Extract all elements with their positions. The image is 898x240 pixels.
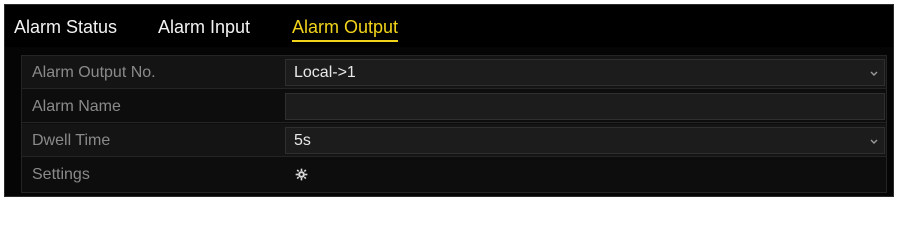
tab-alarm-input[interactable]: Alarm Input: [158, 16, 250, 40]
dwell-time-select[interactable]: 5s: [285, 127, 885, 154]
chevron-down-icon: [870, 139, 878, 144]
alarm-output-no-row: Alarm Output No. Local->1: [22, 56, 886, 89]
chevron-down-icon: [870, 71, 878, 76]
alarm-output-no-value: Local->1: [294, 64, 356, 81]
alarm-output-form: Alarm Output No. Local->1 Alarm Name Dwe…: [21, 55, 887, 193]
settings-area: [285, 161, 885, 188]
alarm-name-input[interactable]: [285, 93, 885, 120]
alarm-output-no-select[interactable]: Local->1: [285, 59, 885, 86]
tab-alarm-status[interactable]: Alarm Status: [14, 16, 117, 40]
alarm-name-label: Alarm Name: [32, 98, 121, 115]
alarm-settings-panel: Alarm Status Alarm Input Alarm Output Al…: [4, 4, 894, 197]
gear-icon[interactable]: [295, 168, 308, 181]
tab-bar: Alarm Status Alarm Input Alarm Output: [5, 5, 893, 47]
alarm-name-row: Alarm Name: [22, 90, 886, 123]
settings-label: Settings: [32, 166, 90, 183]
dwell-time-value: 5s: [294, 132, 311, 149]
dwell-time-row: Dwell Time 5s: [22, 124, 886, 157]
dwell-time-label: Dwell Time: [32, 132, 111, 149]
settings-row: Settings: [22, 158, 886, 191]
alarm-output-no-label: Alarm Output No.: [32, 64, 156, 81]
tab-alarm-output[interactable]: Alarm Output: [292, 16, 399, 42]
